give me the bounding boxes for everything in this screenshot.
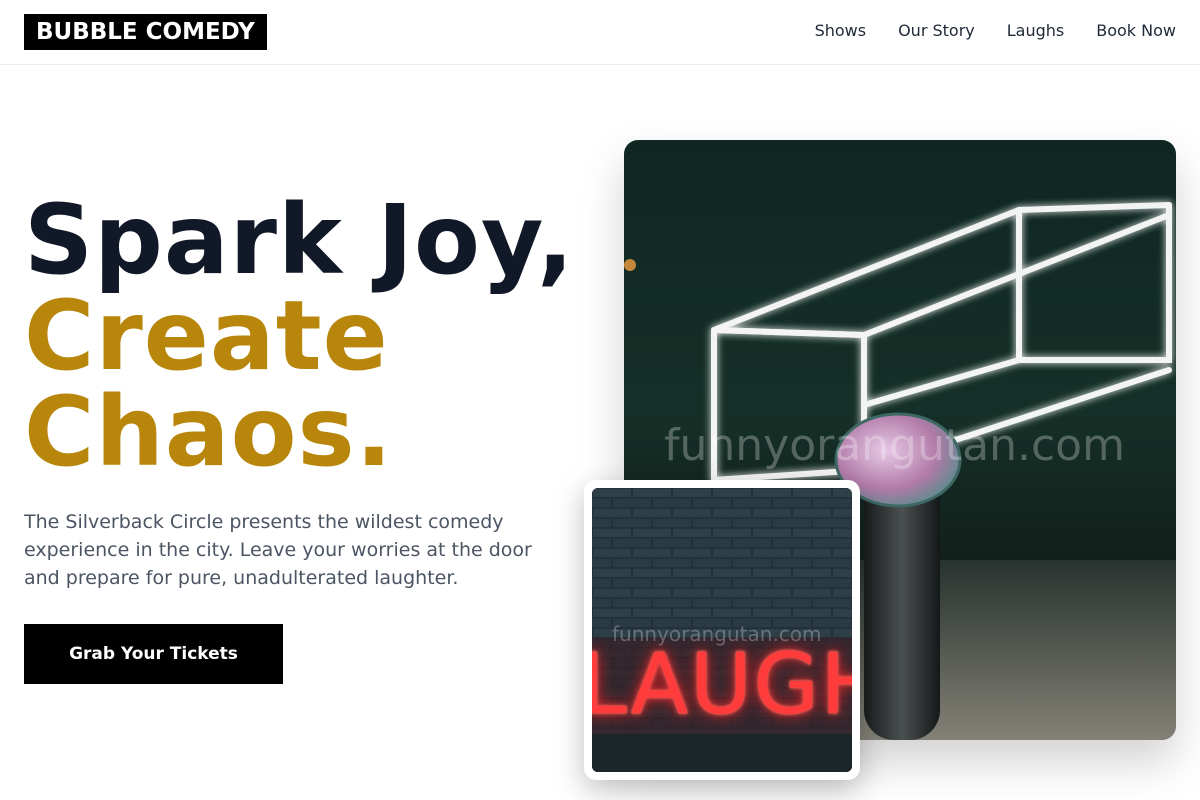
hero-subtitle: The Silverback Circle presents the wilde… [24, 511, 532, 589]
main-nav: Shows Our Story Laughs Book Now [815, 20, 1176, 42]
laugh-sign-photo: funnyorangutan.com LAUGH [592, 488, 852, 772]
nav-link-our-story[interactable]: Our Story [898, 20, 975, 42]
headline-line-2: Create [24, 280, 389, 392]
nav-link-book-now[interactable]: Book Now [1096, 20, 1176, 42]
laugh-sign-photo-frame: funnyorangutan.com LAUGH [584, 480, 860, 780]
nav-link-laughs[interactable]: Laughs [1007, 20, 1065, 42]
top-navigation-bar: BUBBLE COMEDY Shows Our Story Laughs Boo… [0, 0, 1200, 65]
nav-link-shows[interactable]: Shows [815, 20, 867, 42]
headline-line-1: Spark Joy, [24, 184, 575, 296]
grab-tickets-button[interactable]: Grab Your Tickets [24, 624, 283, 684]
headline-line-3: Chaos. [24, 376, 394, 488]
neon-laugh-sign: LAUGH [592, 635, 852, 733]
brand-logo[interactable]: BUBBLE COMEDY [24, 14, 267, 50]
main-image-watermark: funnyorangutan.com [664, 420, 1125, 471]
hero-headline: Spark Joy, Create Chaos. [24, 192, 604, 480]
